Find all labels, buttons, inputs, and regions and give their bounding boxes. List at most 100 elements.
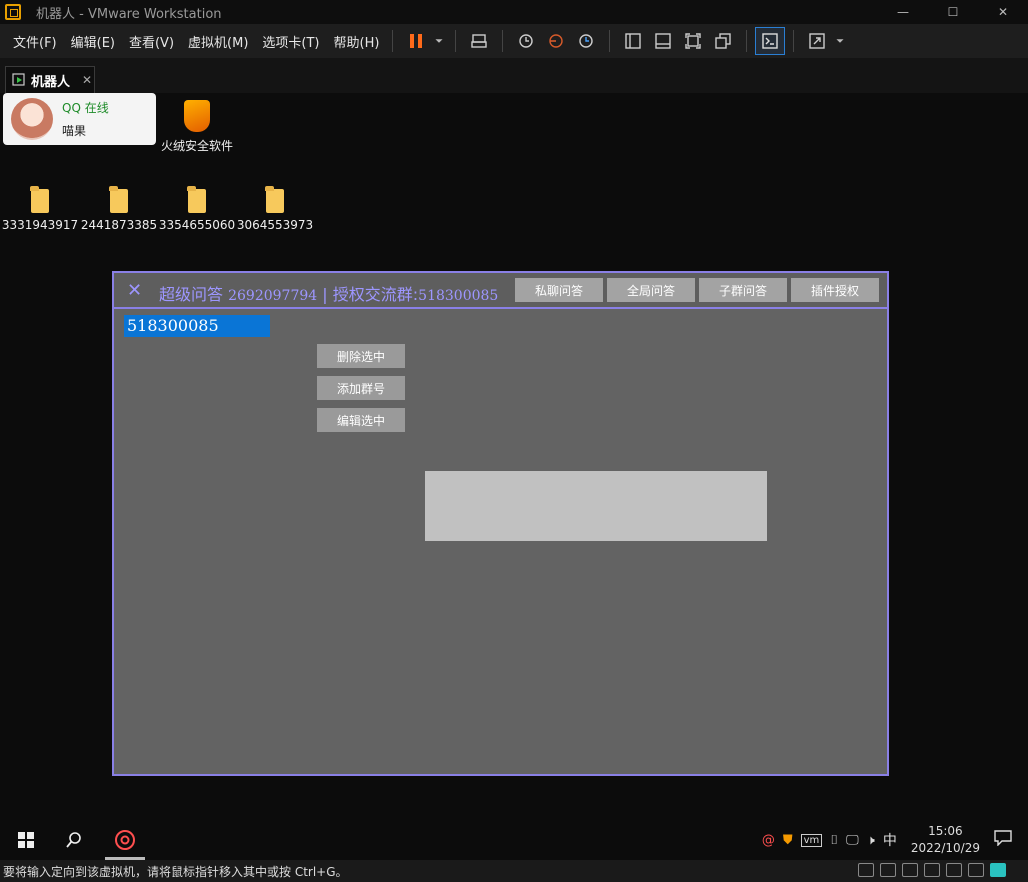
avatar [11, 98, 53, 140]
tray-usb-icon[interactable]: ⌷ [830, 833, 838, 848]
panel-bottom-icon [655, 33, 672, 49]
status-message: 要将输入定向到该虚拟机，请将鼠标指针移入其中或按 Ctrl+G。 [3, 864, 348, 879]
folder-icon [30, 186, 49, 213]
chevron-down-icon [836, 39, 844, 43]
plugin-header: ✕ 超级问答 2692097794 | 授权交流群:518300085 私聊问答… [114, 273, 887, 309]
tab-robot[interactable]: 机器人 ✕ [5, 66, 95, 93]
unity-button[interactable] [708, 27, 738, 55]
chat-bubble-icon [994, 830, 1012, 847]
vm-running-icon [12, 73, 25, 86]
windows-overlap-icon [715, 33, 732, 49]
plugin-title: 超级问答 2692097794 | 授权交流群:518300085 [159, 281, 498, 305]
sound-icon[interactable] [946, 863, 962, 877]
network-adapter-icon[interactable] [902, 863, 918, 877]
notification-icon[interactable] [994, 830, 1012, 850]
console-view-button[interactable] [755, 27, 786, 55]
group-list-item-selected[interactable]: 518300085 [124, 315, 270, 337]
thumbnail-bar-button[interactable] [648, 27, 678, 55]
desktop-folder[interactable]: 3064553973 [235, 186, 315, 234]
windows-logo-icon [18, 832, 34, 848]
stretch-dropdown[interactable] [832, 27, 848, 55]
desktop-folder[interactable]: 3331943917 [0, 186, 80, 234]
desktop-folder[interactable]: 3354655060 [157, 186, 237, 234]
snapshot-manager-button[interactable] [571, 27, 601, 55]
snapshot-manager-icon [579, 34, 594, 48]
tab-close-icon[interactable]: ✕ [82, 73, 92, 87]
expand-icon [809, 33, 826, 49]
start-button[interactable] [4, 820, 48, 860]
message-log-icon[interactable] [990, 863, 1006, 877]
tab-subgroup-qa[interactable]: 子群问答 [699, 278, 787, 302]
menu-file[interactable]: 文件(F) [13, 32, 57, 51]
desktop-icon-label: 3354655060 [158, 218, 236, 232]
revert-snapshot-button[interactable] [541, 27, 571, 55]
fullscreen-icon [685, 33, 702, 49]
menu-help[interactable]: 帮助(H) [334, 32, 380, 51]
toolbar-separator [746, 30, 748, 52]
tray-vmware-icon[interactable]: vm [800, 833, 823, 847]
tab-private-qa[interactable]: 私聊问答 [515, 278, 603, 302]
folder-icon [187, 186, 206, 213]
tab-label: 机器人 [31, 74, 71, 90]
content-panel [425, 471, 767, 541]
toolbar-separator [609, 30, 611, 52]
plugin-name: 超级问答 [159, 285, 224, 304]
desktop-icon-label: 火绒安全软件 [160, 139, 233, 153]
hdd-icon[interactable] [858, 863, 874, 877]
edit-selected-button[interactable]: 编辑选中 [317, 408, 405, 432]
minimize-button[interactable]: — [878, 0, 928, 24]
group-id: 518300085 [418, 288, 499, 304]
desktop-icon-label: 3331943917 [1, 218, 79, 232]
desktop-icon-huorong[interactable]: 火绒安全软件 [157, 96, 237, 155]
chevron-down-icon [435, 39, 443, 43]
show-library-button[interactable] [618, 27, 648, 55]
pause-button[interactable] [401, 27, 431, 55]
tab-plugin-license[interactable]: 插件授权 [791, 278, 879, 302]
search-button[interactable] [52, 820, 96, 860]
toolbar-separator [455, 30, 457, 52]
search-icon [66, 832, 81, 848]
plugin-close-icon[interactable]: ✕ [127, 280, 142, 301]
clock-icon [519, 34, 534, 48]
tray-qq-icon[interactable]: @ [762, 833, 775, 848]
vm-tabbar: 机器人 ✕ [0, 58, 1028, 93]
taskbar-app-qq[interactable] [103, 820, 147, 860]
pause-dropdown[interactable] [431, 27, 447, 55]
menu-edit[interactable]: 编辑(E) [71, 32, 115, 51]
menu-vm[interactable]: 虚拟机(M) [188, 32, 248, 51]
tray-ime-indicator[interactable]: 中 [883, 830, 897, 850]
toolbar-separator [502, 30, 504, 52]
window-controls: — ☐ ✕ [878, 0, 1028, 24]
tray-network-icon[interactable]: 🖵 [846, 833, 859, 848]
window-titlebar: 机器人 - VMware Workstation — ☐ ✕ [0, 0, 1028, 24]
delete-selected-button[interactable]: 删除选中 [317, 344, 405, 368]
add-group-button[interactable]: 添加群号 [317, 376, 405, 400]
desktop-folder[interactable]: 2441873385 [79, 186, 159, 234]
guest-desktop[interactable]: QQ 在线 喵果 火绒安全软件 3331943917 2441873385 33… [0, 93, 1028, 820]
qq-status-card[interactable]: QQ 在线 喵果 [3, 93, 156, 145]
menu-view[interactable]: 查看(V) [129, 32, 174, 51]
maximize-button[interactable]: ☐ [928, 0, 978, 24]
stretch-guest-button[interactable] [802, 27, 832, 55]
sidebar-icon [625, 33, 642, 49]
desktop-icon-label: 2441873385 [80, 218, 158, 232]
menubar: 文件(F) 编辑(E) 查看(V) 虚拟机(M) 选项卡(T) 帮助(H) [0, 24, 1028, 58]
clock-date: 2022/10/29 [910, 841, 980, 855]
clock-time: 15:06 [928, 824, 963, 838]
tab-global-qa[interactable]: 全局问答 [607, 278, 695, 302]
cd-icon[interactable] [880, 863, 896, 877]
snapshot-button[interactable] [511, 27, 541, 55]
printer-icon[interactable] [924, 863, 940, 877]
display-icon[interactable] [968, 863, 984, 877]
tray-shield-icon[interactable]: ⛊ [783, 833, 793, 848]
close-button[interactable]: ✕ [978, 0, 1028, 24]
vmware-statusbar: 要将输入定向到该虚拟机，请将鼠标指针移入其中或按 Ctrl+G。 [0, 860, 1028, 882]
system-tray: @ ⛊ vm ⌷ 🖵 🕨 中 15:06 2022/10/29 [758, 820, 1028, 860]
taskbar-clock[interactable]: 15:06 2022/10/29 [911, 823, 980, 857]
folder-icon [109, 186, 128, 213]
send-ctrl-alt-del-button[interactable] [464, 27, 494, 55]
tray-volume-icon[interactable]: 🕨 [867, 833, 875, 848]
menu-tabs[interactable]: 选项卡(T) [262, 32, 319, 51]
fullscreen-button[interactable] [678, 27, 708, 55]
at-sign-icon [115, 830, 135, 850]
